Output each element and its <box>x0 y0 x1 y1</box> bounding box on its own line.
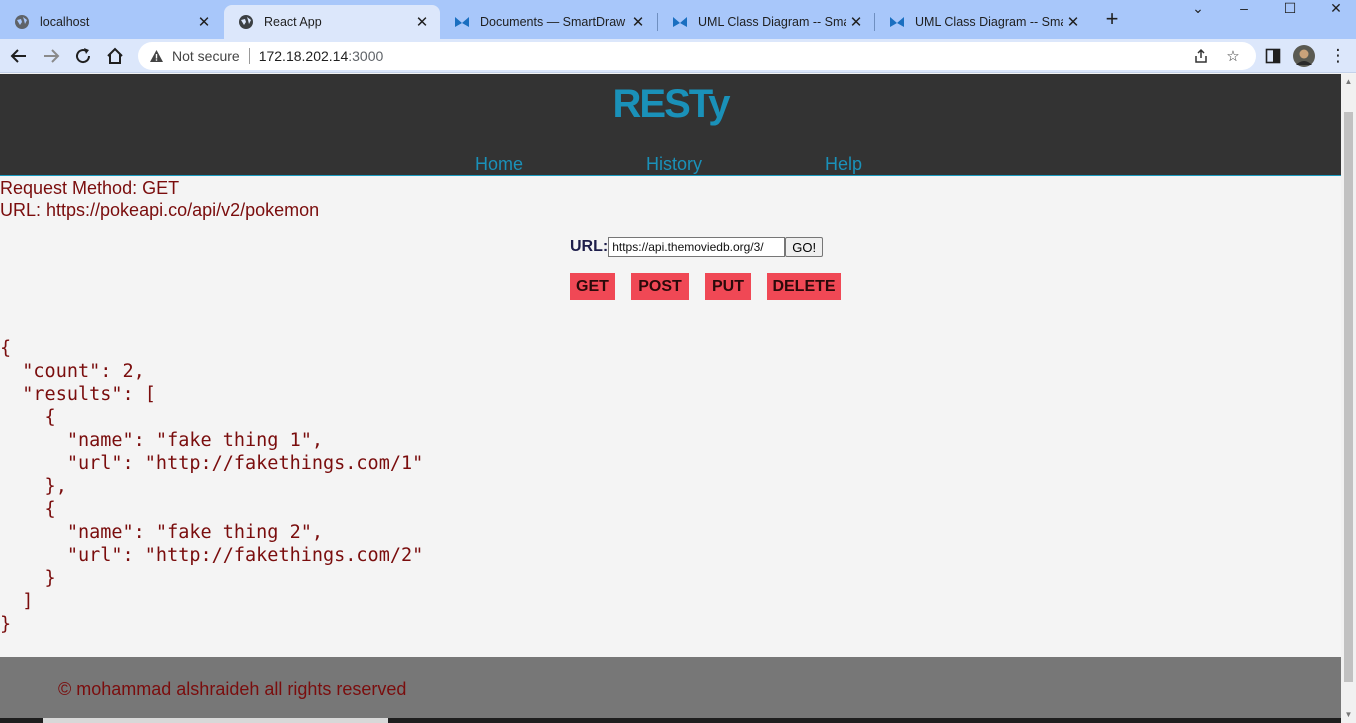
browser-toolbar: Not secure 172.18.202.14:3000 ☆ ⋮ <box>0 39 1356 73</box>
request-method-text: Request Method: GET <box>0 178 180 198</box>
taskbar-edge <box>0 718 1341 723</box>
tab-title: Documents — SmartDraw <box>480 15 626 29</box>
browser-tab-strip: localhost ✕ React App ✕ Documents — Smar… <box>0 0 1356 39</box>
url-label: URL: <box>570 238 609 255</box>
warning-triangle-icon[interactable] <box>148 48 164 64</box>
new-tab-plus-icon[interactable]: + <box>1100 8 1124 32</box>
scroll-up-arrow-icon[interactable]: ▲ <box>1344 77 1353 87</box>
json-response-output: { "count": 2, "results": [ { "name": "fa… <box>0 338 424 635</box>
globe-icon <box>14 14 30 30</box>
close-icon[interactable]: ✕ <box>846 12 866 32</box>
nav-help-link[interactable]: Help <box>825 154 862 175</box>
address-bar[interactable]: Not secure 172.18.202.14:3000 ☆ <box>138 42 1256 70</box>
request-summary: Request Method: GET URL: https://pokeapi… <box>0 177 319 221</box>
put-method-button[interactable]: PUT <box>705 273 751 300</box>
app-logo: RESTy <box>612 82 731 126</box>
browser-tab-react-app[interactable]: React App ✕ <box>224 5 440 39</box>
scrollbar-thumb[interactable] <box>1344 112 1353 682</box>
close-icon[interactable]: ✕ <box>1063 12 1083 32</box>
footer-copyright: © mohammad alshraideh all rights reserve… <box>58 679 407 699</box>
maximize-icon[interactable]: ☐ <box>1267 0 1313 20</box>
post-method-button[interactable]: POST <box>631 273 689 300</box>
taskbar-highlight <box>43 718 388 723</box>
smartdraw-icon <box>889 14 905 30</box>
smartdraw-icon <box>672 14 688 30</box>
tab-title: UML Class Diagram -- Smart <box>698 15 846 29</box>
go-button[interactable]: GO! <box>785 237 824 257</box>
tab-search-chevron-icon[interactable]: ⌄ <box>1175 0 1221 20</box>
site-footer: © mohammad alshraideh all rights reserve… <box>0 657 1341 723</box>
address-url: 172.18.202.14:3000 <box>258 48 384 64</box>
nav-history-link[interactable]: History <box>646 154 702 175</box>
profile-avatar[interactable] <box>1292 44 1316 68</box>
scroll-down-arrow-icon[interactable]: ▼ <box>1344 710 1353 720</box>
smartdraw-icon <box>454 14 470 30</box>
back-arrow-icon[interactable] <box>7 44 31 68</box>
close-icon[interactable]: ✕ <box>628 12 648 32</box>
forward-arrow-icon[interactable] <box>39 44 63 68</box>
window-close-icon[interactable]: ✕ <box>1313 0 1356 20</box>
nav-home-link[interactable]: Home <box>475 154 523 175</box>
minimize-icon[interactable]: – <box>1221 0 1267 20</box>
side-panel-icon[interactable] <box>1261 44 1285 68</box>
get-method-button[interactable]: GET <box>570 273 615 300</box>
tab-title: localhost <box>40 15 90 29</box>
request-url-text: URL: https://pokeapi.co/api/v2/pokemon <box>0 200 320 220</box>
browser-tab-uml-2[interactable]: UML Class Diagram -- Smart ✕ <box>875 5 1091 39</box>
security-label: Not secure <box>172 48 240 64</box>
delete-method-button[interactable]: DELETE <box>767 273 841 300</box>
close-icon[interactable]: ✕ <box>412 12 432 32</box>
url-input[interactable] <box>608 237 786 257</box>
browser-tab-uml-1[interactable]: UML Class Diagram -- Smart ✕ <box>658 5 874 39</box>
globe-icon <box>238 14 254 30</box>
share-icon[interactable] <box>1191 46 1211 66</box>
url-form: URL: GO! <box>570 237 824 257</box>
tab-title: React App <box>264 15 322 29</box>
site-header: RESTy Home History Help <box>0 74 1341 176</box>
address-divider <box>248 48 250 64</box>
bookmark-star-icon[interactable]: ☆ <box>1223 46 1243 66</box>
close-icon[interactable]: ✕ <box>194 12 214 32</box>
kebab-menu-icon[interactable]: ⋮ <box>1326 44 1350 68</box>
vertical-scrollbar[interactable]: ▲ ▼ <box>1341 74 1356 723</box>
browser-tab-localhost[interactable]: localhost ✕ <box>0 5 222 39</box>
reload-icon[interactable] <box>71 44 95 68</box>
browser-tab-smartdraw-documents[interactable]: Documents — SmartDraw ✕ <box>440 5 656 39</box>
home-icon[interactable] <box>103 44 127 68</box>
page-viewport: RESTy Home History Help Request Method: … <box>0 74 1341 723</box>
tab-title: UML Class Diagram -- Smart <box>915 15 1063 29</box>
